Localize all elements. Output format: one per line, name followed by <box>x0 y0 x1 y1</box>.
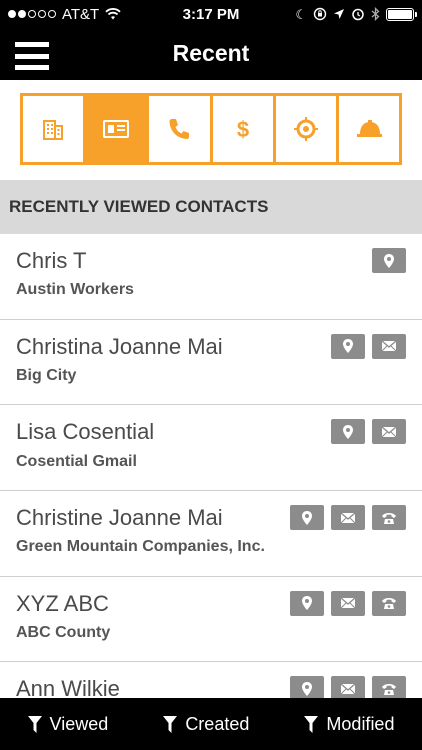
tab-companies[interactable] <box>23 96 87 162</box>
contact-name: Chris T <box>16 248 87 273</box>
call-button[interactable] <box>372 590 406 616</box>
envelope-icon <box>340 512 356 523</box>
signal-dot <box>18 10 26 18</box>
bluetooth-icon <box>371 7 380 21</box>
contact-card-icon <box>103 120 130 138</box>
signal-dot <box>28 10 36 18</box>
list-item-contact[interactable]: Christine Joanne Mai Green Mountain Comp… <box>0 491 422 577</box>
map-button[interactable] <box>290 676 324 698</box>
contact-company: Big City <box>16 366 77 384</box>
filter-modified-button[interactable]: Modified <box>304 714 394 735</box>
map-button[interactable] <box>290 590 324 616</box>
status-bar: AT&T 3:17 PM ☾ <box>0 0 422 28</box>
list-item-contact[interactable]: XYZ ABC ABC County <box>0 576 422 663</box>
map-pin-icon <box>343 339 353 354</box>
target-icon <box>293 117 318 141</box>
map-button[interactable] <box>290 505 324 531</box>
email-button[interactable] <box>331 590 365 616</box>
filter-created-button[interactable]: Created <box>163 714 249 735</box>
hamburger-menu-icon[interactable] <box>15 42 49 70</box>
section-title: RECENTLY VIEWED CONTACTS <box>9 197 269 216</box>
contact-actions <box>331 419 406 445</box>
hard-hat-icon <box>356 120 382 137</box>
map-button[interactable] <box>331 419 365 445</box>
wifi-icon <box>105 8 121 20</box>
contact-company: ABC County <box>16 624 111 642</box>
list-item-contact[interactable]: Ann Wilkie <box>0 662 422 698</box>
call-button[interactable] <box>372 676 406 698</box>
alarm-icon <box>352 8 364 21</box>
map-pin-icon <box>302 596 312 611</box>
map-button[interactable] <box>331 333 365 359</box>
tab-projects[interactable] <box>339 96 399 162</box>
battery-icon <box>386 7 417 21</box>
funnel-icon <box>27 715 42 733</box>
status-time: 3:17 PM <box>182 5 240 23</box>
contact-actions <box>290 676 406 698</box>
signal-strength-icon <box>8 10 56 18</box>
tab-opportunities[interactable]: $ <box>213 96 276 162</box>
list-item-contact[interactable]: Christina Joanne Mai Big City <box>0 319 422 406</box>
nav-bar: Recent <box>0 28 422 80</box>
signal-dot <box>38 10 46 18</box>
map-pin-icon <box>302 681 312 696</box>
phone-icon <box>382 598 396 610</box>
map-pin-icon <box>302 510 312 525</box>
email-button[interactable] <box>372 333 406 359</box>
list-item-contact[interactable]: Chris T Austin Workers <box>0 234 422 320</box>
status-left: AT&T <box>8 6 121 23</box>
category-tab-area: $ <box>0 80 422 180</box>
phone-icon <box>382 512 396 524</box>
page-title: Recent <box>172 40 250 66</box>
signal-dot <box>8 10 16 18</box>
contact-company: Green Mountain Companies, Inc. <box>16 538 265 556</box>
contact-actions <box>372 248 406 273</box>
email-button[interactable] <box>372 419 406 445</box>
envelope-icon <box>381 426 397 438</box>
contact-actions <box>290 590 406 616</box>
list-item-contact[interactable]: Lisa Cosential Cosential Gmail <box>0 405 422 492</box>
filter-viewed-label: Viewed <box>49 713 109 734</box>
status-right: ☾ <box>295 6 417 22</box>
contact-actions <box>331 333 406 359</box>
envelope-icon <box>381 340 397 352</box>
moon-icon: ☾ <box>295 6 307 22</box>
contact-actions <box>290 505 406 531</box>
call-button[interactable] <box>372 505 406 531</box>
map-pin-icon <box>343 424 353 439</box>
svg-text:$: $ <box>236 117 248 142</box>
dollar-icon: $ <box>236 117 248 142</box>
contact-list: Chris T Austin Workers Christina Joanne … <box>0 234 422 698</box>
filter-modified-label: Modified <box>326 713 395 734</box>
building-icon <box>43 120 64 140</box>
location-arrow-icon <box>334 9 344 19</box>
map-pin-icon <box>384 253 394 268</box>
map-button[interactable] <box>372 248 406 273</box>
filter-bar: Viewed Created Modified <box>0 698 422 750</box>
envelope-icon <box>340 597 356 609</box>
phone-icon <box>169 119 190 139</box>
tab-calls[interactable] <box>149 96 213 162</box>
filter-created-label: Created <box>185 713 250 734</box>
rotation-lock-icon <box>313 7 327 21</box>
phone-icon <box>382 683 396 695</box>
section-header: RECENTLY VIEWED CONTACTS <box>0 180 422 234</box>
contact-company: Cosential Gmail <box>16 452 137 470</box>
funnel-icon <box>304 715 319 733</box>
filter-viewed-button[interactable]: Viewed <box>27 713 109 735</box>
envelope-icon <box>340 683 356 695</box>
email-button[interactable] <box>331 505 365 531</box>
carrier-label: AT&T <box>62 5 100 23</box>
tab-leads[interactable] <box>276 96 339 162</box>
funnel-icon <box>163 715 178 733</box>
category-tabs: $ <box>20 93 402 165</box>
contact-company: Austin Workers <box>16 281 134 299</box>
signal-dot <box>48 10 56 18</box>
email-button[interactable] <box>331 676 365 698</box>
tab-contacts[interactable] <box>86 96 150 162</box>
